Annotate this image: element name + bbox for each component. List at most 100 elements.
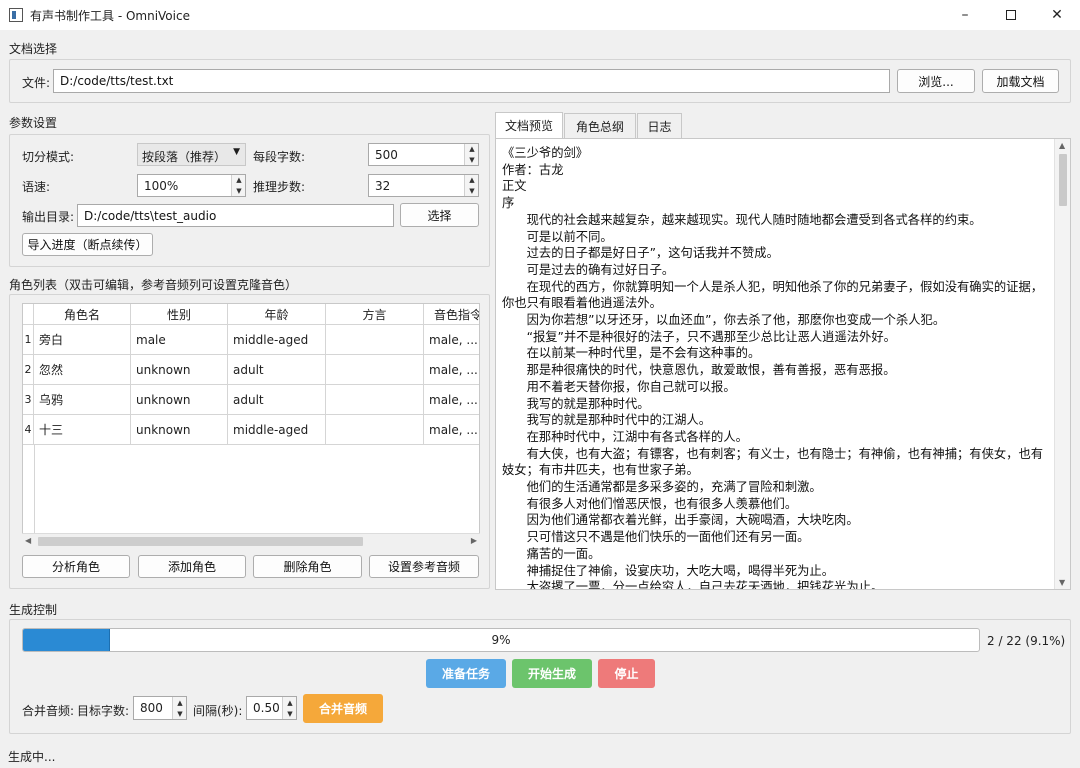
analyze-roles-button[interactable]: 分析角色: [22, 555, 130, 578]
preview-line: 《三少爷的剑》: [502, 146, 589, 160]
choose-dir-button[interactable]: 选择: [400, 203, 479, 227]
spin-down-icon[interactable]: ▼: [173, 708, 187, 719]
maximize-icon: [1006, 10, 1016, 20]
interval-spinbox[interactable]: 0.50 ▲ ▼: [246, 696, 297, 720]
inference-steps-value: 32: [375, 178, 391, 193]
status-bar: 生成中...: [0, 744, 1080, 768]
tab-role-outline[interactable]: 角色总纲: [564, 113, 636, 138]
tab-log[interactable]: 日志: [637, 113, 682, 138]
dialect-cell[interactable]: [326, 355, 424, 385]
tab-document-preview[interactable]: 文档预览: [495, 112, 563, 138]
age-cell[interactable]: adult: [228, 385, 326, 415]
spin-up-icon[interactable]: ▲: [173, 697, 187, 708]
delete-role-button[interactable]: 删除角色: [253, 555, 362, 578]
spin-up-icon[interactable]: ▲: [465, 175, 479, 186]
load-document-button[interactable]: 加载文档: [982, 69, 1059, 93]
file-label: 文件:: [22, 76, 51, 90]
column-header[interactable]: 音色指令: [424, 304, 479, 325]
roles-table[interactable]: 角色名 性别 年龄 方言 音色指令 1 旁白 male middle-aged …: [22, 303, 480, 549]
chars-per-segment-value: 500: [375, 147, 398, 162]
preview-line: 现代的社会越来越复杂，越来越现实。现代人随时随地都会遭受到各式各样的约束。: [502, 212, 982, 227]
role-name-cell[interactable]: 旁白: [34, 325, 131, 355]
speed-value: 100%: [144, 178, 179, 193]
column-header[interactable]: 方言: [326, 304, 424, 325]
dialect-cell[interactable]: [326, 385, 424, 415]
roles-table-header: 角色名 性别 年龄 方言 音色指令: [23, 304, 479, 325]
add-role-button[interactable]: 添加角色: [138, 555, 246, 578]
column-header[interactable]: 年龄: [228, 304, 326, 325]
progress-percent: 9%: [491, 633, 511, 647]
age-cell[interactable]: adult: [228, 355, 326, 385]
voice-cell[interactable]: male, ...: [424, 385, 479, 415]
scrollbar-thumb[interactable]: [1059, 154, 1067, 206]
voice-cell[interactable]: male, ...: [424, 355, 479, 385]
speed-spinbox[interactable]: 100% ▲ ▼: [137, 174, 246, 197]
interval-value: 0.50: [253, 701, 280, 715]
preview-line: 大盗撂了一票，分一点给穷人，自己去花天酒地，把钱花光为止。: [502, 580, 884, 590]
chars-per-segment-label: 每段字数:: [253, 150, 306, 164]
gender-cell[interactable]: unknown: [131, 415, 228, 445]
voice-cell[interactable]: male, ...: [424, 325, 479, 355]
split-mode-select[interactable]: 按段落（推荐） ▼: [137, 143, 246, 166]
preview-line: 正文: [502, 179, 527, 194]
preview-line: 在那种时代中，江湖中有各式各样的人。: [502, 429, 748, 444]
table-row[interactable]: 3 乌鸦 unknown adult male, ...: [23, 385, 479, 415]
split-mode-label: 切分模式:: [22, 150, 75, 164]
split-mode-value: 按段落（推荐）: [142, 150, 227, 164]
params-section-title: 参数设置: [9, 116, 58, 130]
spin-down-icon[interactable]: ▼: [232, 186, 246, 197]
interval-label: 间隔(秒):: [193, 704, 243, 718]
voice-cell[interactable]: male, ...: [424, 415, 479, 445]
column-header[interactable]: 性别: [131, 304, 228, 325]
role-name-cell[interactable]: 乌鸦: [34, 385, 131, 415]
column-header[interactable]: 角色名: [34, 304, 131, 325]
scroll-right-icon[interactable]: ▶: [471, 536, 477, 545]
gender-cell[interactable]: male: [131, 325, 228, 355]
app-icon: [9, 8, 23, 22]
preview-line: 只可惜这只不遇是他们快乐的一面他们还有另一面。: [502, 530, 810, 545]
dialect-cell[interactable]: [326, 325, 424, 355]
merge-audio-button[interactable]: 合并音频: [303, 694, 383, 723]
chars-per-segment-spinbox[interactable]: 500 ▲ ▼: [368, 143, 479, 166]
age-cell[interactable]: middle-aged: [228, 415, 326, 445]
age-cell[interactable]: middle-aged: [228, 325, 326, 355]
browse-button[interactable]: 浏览...: [897, 69, 975, 93]
spin-down-icon[interactable]: ▼: [465, 155, 479, 166]
role-name-cell[interactable]: 十三: [34, 415, 131, 445]
window-title: 有声书制作工具 - OmniVoice: [30, 9, 190, 23]
status-text: 生成中...: [8, 750, 56, 764]
table-row[interactable]: 1 旁白 male middle-aged male, ...: [23, 325, 479, 355]
spin-down-icon[interactable]: ▼: [465, 186, 479, 197]
target-chars-spinbox[interactable]: 800 ▲ ▼: [133, 696, 187, 720]
prepare-task-button[interactable]: 准备任务: [426, 659, 506, 688]
scroll-up-icon[interactable]: ▲: [1059, 141, 1065, 150]
maximize-button[interactable]: [988, 0, 1034, 30]
preview-line: 我写的就是那种时代。: [502, 396, 650, 411]
dialect-cell[interactable]: [326, 415, 424, 445]
scroll-left-icon[interactable]: ◀: [25, 536, 31, 545]
minimize-button[interactable]: –: [942, 0, 988, 30]
set-reference-audio-button[interactable]: 设置参考音频: [369, 555, 479, 578]
scrollbar-thumb[interactable]: [38, 537, 363, 546]
stop-button[interactable]: 停止: [598, 659, 655, 688]
generation-section-title: 生成控制: [9, 603, 58, 617]
roles-table-horizontal-scrollbar[interactable]: ◀ ▶: [22, 533, 480, 549]
preview-vertical-scrollbar[interactable]: ▲ ▼: [1054, 139, 1070, 589]
spin-down-icon[interactable]: ▼: [283, 708, 297, 719]
table-row[interactable]: 4 十三 unknown middle-aged male, ...: [23, 415, 479, 445]
output-dir-input[interactable]: D:/code/tts\test_audio: [77, 204, 394, 227]
spin-up-icon[interactable]: ▲: [232, 175, 246, 186]
scroll-down-icon[interactable]: ▼: [1059, 578, 1065, 587]
document-preview-panel[interactable]: 《三少爷的剑》 作者：古龙 正文 序 现代的社会越来越复杂，越来越现实。现代人随…: [495, 138, 1071, 590]
role-name-cell[interactable]: 忽然: [34, 355, 131, 385]
table-row[interactable]: 2 忽然 unknown adult male, ...: [23, 355, 479, 385]
file-path-input[interactable]: D:/code/tts/test.txt: [53, 69, 890, 93]
start-generation-button[interactable]: 开始生成: [512, 659, 592, 688]
gender-cell[interactable]: unknown: [131, 385, 228, 415]
spin-up-icon[interactable]: ▲: [283, 697, 297, 708]
gender-cell[interactable]: unknown: [131, 355, 228, 385]
import-progress-button[interactable]: 导入进度（断点续传）: [22, 233, 153, 256]
close-button[interactable]: ✕: [1034, 0, 1080, 30]
inference-steps-spinbox[interactable]: 32 ▲ ▼: [368, 174, 479, 197]
spin-up-icon[interactable]: ▲: [465, 144, 479, 155]
